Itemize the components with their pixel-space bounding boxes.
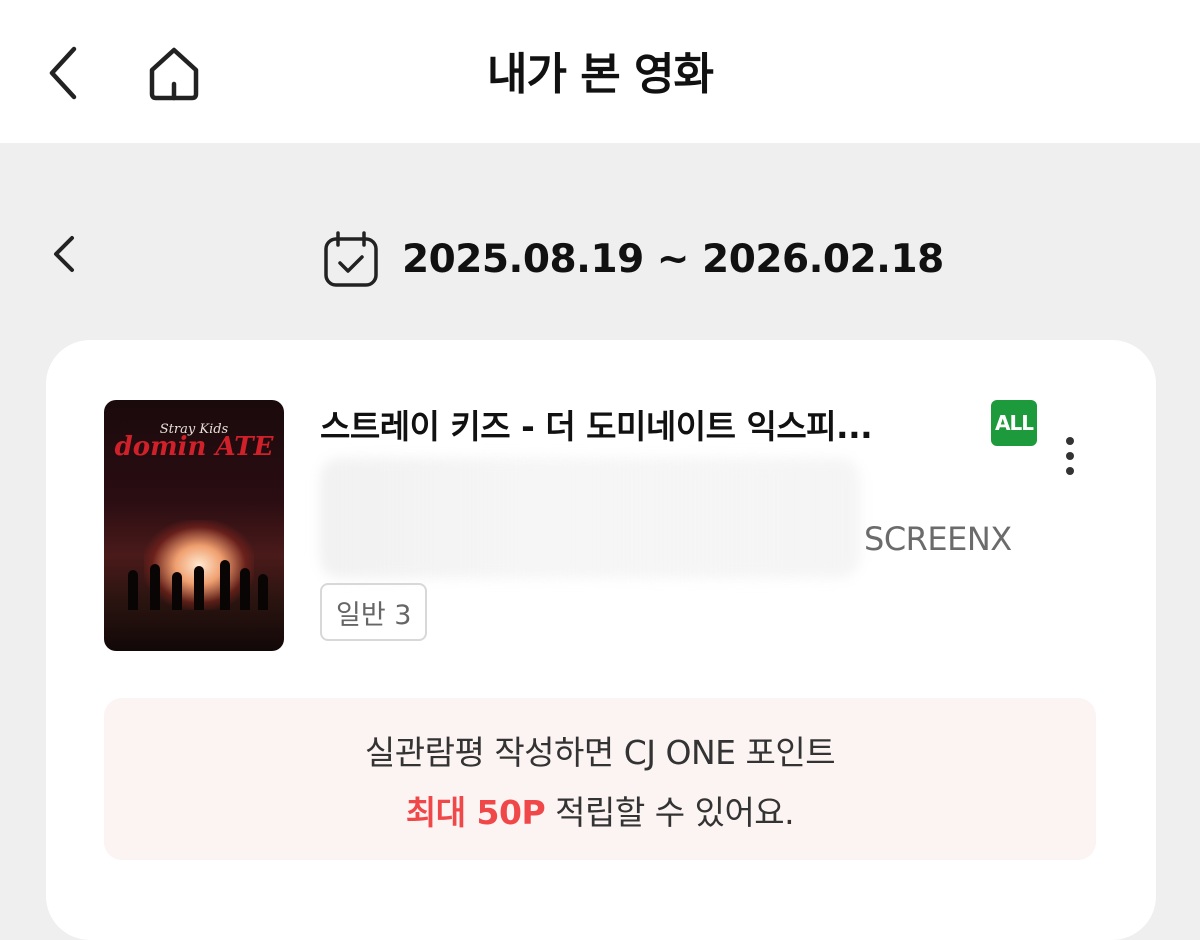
chevron-left-icon xyxy=(54,236,74,272)
dot xyxy=(1066,467,1074,475)
poster-figures xyxy=(122,550,272,610)
previous-period-button[interactable] xyxy=(40,229,90,279)
age-rating-badge: ALL xyxy=(991,400,1037,446)
promo-line-2: 최대 50P 적립할 수 있어요. xyxy=(104,786,1096,834)
dot xyxy=(1066,452,1074,460)
period-bar: 2025.08.19 ~ 2026.02.18 xyxy=(0,143,1200,343)
dot xyxy=(1066,437,1074,445)
review-promo-banner[interactable]: 실관람평 작성하면 CJ ONE 포인트 최대 50P 적립할 수 있어요. xyxy=(104,698,1096,860)
top-bar: 내가 본 영화 xyxy=(0,0,1200,143)
blurred-details xyxy=(320,458,860,578)
seat-type-tag: 일반 3 xyxy=(320,583,428,641)
period-range: 2025.08.19 ~ 2026.02.18 xyxy=(402,236,944,282)
calendar-check-icon xyxy=(324,231,378,287)
page-title: 내가 본 영화 xyxy=(486,49,714,100)
promo-line-2-rest: 적립할 수 있어요. xyxy=(545,793,795,832)
screen-format: SCREENX xyxy=(864,520,1012,558)
promo-line-1: 실관람평 작성하면 CJ ONE 포인트 xyxy=(364,733,836,772)
movie-card: Stray Kids domin ATE 스트레이 키즈 - 더 도미네이트 익… xyxy=(46,340,1156,940)
period-selector[interactable]: 2025.08.19 ~ 2026.02.18 xyxy=(320,229,944,289)
more-options-button[interactable] xyxy=(1050,428,1090,484)
movie-title[interactable]: 스트레이 키즈 - 더 도미네이트 익스피... xyxy=(320,400,960,448)
promo-highlight: 최대 50P xyxy=(405,793,546,832)
movie-poster[interactable]: Stray Kids domin ATE xyxy=(104,400,284,651)
poster-logo: domin ATE xyxy=(114,432,274,462)
